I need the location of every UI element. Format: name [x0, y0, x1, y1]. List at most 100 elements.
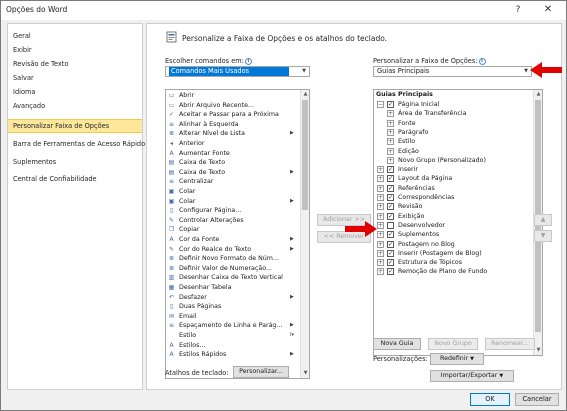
nav-item[interactable]: Idioma	[8, 85, 142, 99]
ribbon-tab-item[interactable]: + ✓ Layout da Página	[374, 174, 534, 183]
expand-icon[interactable]: +	[377, 203, 384, 211]
expand-icon[interactable]: +	[377, 249, 384, 257]
scroll-up-icon[interactable]: ▲	[301, 90, 309, 99]
nav-item[interactable]: Revisão de Texto	[8, 57, 142, 71]
expand-icon[interactable]: +	[377, 231, 384, 239]
reset-button[interactable]: Redefinir ▼	[430, 353, 484, 365]
nav-item[interactable]: Personalizar Faixa de Opções	[8, 119, 142, 133]
move-down-button[interactable]: ▼	[534, 230, 552, 242]
commands-scrollbar[interactable]: ▲ ▼	[300, 90, 309, 378]
command-item[interactable]: Estilo I▾	[166, 331, 301, 341]
new-group-button[interactable]: Novo Grupo	[428, 338, 478, 350]
command-item[interactable]: ≡ Centralizar	[166, 177, 301, 187]
nav-item[interactable]: Central de Confiabilidade	[8, 172, 142, 186]
customize-ribbon-dropdown[interactable]: Guias Principais ▼	[373, 66, 532, 77]
command-item[interactable]: ▤ Caixa de Texto ▶	[166, 168, 301, 178]
expand-icon[interactable]: +	[377, 221, 384, 229]
command-item[interactable]: A Estilos...	[166, 341, 301, 351]
command-item[interactable]: ≣ Alterar Nível de Lista ▶	[166, 129, 301, 139]
scroll-thumb[interactable]	[302, 100, 308, 210]
nav-item[interactable]: Geral	[8, 29, 142, 43]
scroll-up-icon[interactable]: ▲	[534, 90, 542, 99]
expand-icon[interactable]: +	[387, 119, 394, 127]
ribbon-tab-item[interactable]: + Desenvolvedor	[374, 221, 534, 230]
customize-shortcuts-button[interactable]: Personalizar...	[233, 366, 289, 378]
checkbox[interactable]: ✓	[387, 184, 394, 192]
command-item[interactable]: ▣ Colar	[166, 187, 301, 197]
ribbon-tab-item[interactable]: + Fonte	[374, 119, 534, 128]
command-item[interactable]: ≡ Espaçamento de Linha e Parág... ▶	[166, 321, 301, 331]
checkbox[interactable]: ✓	[387, 259, 394, 267]
command-item[interactable]: A Estilos Rápidos ▶	[166, 350, 301, 360]
ribbon-tabs-tree[interactable]: Guias Principais − ✓ Página Inicial + Área d…	[373, 89, 543, 356]
ok-button[interactable]: OK	[470, 393, 510, 406]
checkbox[interactable]: ✓	[387, 240, 394, 248]
ribbon-tab-item[interactable]: + ✓ Correspondências	[374, 193, 534, 202]
command-item[interactable]: ▯ Configurar Página...	[166, 206, 301, 216]
import-export-button[interactable]: Importar/Exportar ▼	[430, 370, 514, 382]
expand-icon[interactable]: +	[377, 194, 384, 201]
ribbon-tab-item[interactable]: + Novo Grupo (Personalizado)	[374, 156, 534, 165]
expand-icon[interactable]: +	[377, 184, 384, 192]
checkbox[interactable]: ✓	[387, 194, 394, 201]
rename-button[interactable]: Renomear...	[485, 338, 535, 350]
checkbox[interactable]: ✓	[387, 249, 394, 257]
ribbon-tab-item[interactable]: + Edição	[374, 147, 534, 156]
expand-icon[interactable]: +	[377, 268, 384, 276]
expand-icon[interactable]: +	[387, 147, 394, 155]
checkbox[interactable]: ✓	[387, 203, 394, 211]
command-item[interactable]: ✎ Cor do Realce do Texto ▶	[166, 245, 301, 255]
command-item[interactable]: ▯ Duas Páginas	[166, 302, 301, 312]
expand-icon[interactable]: +	[387, 138, 394, 146]
command-item[interactable]: ≣ Definir Novo Formato de Núm...	[166, 254, 301, 264]
command-item[interactable]: ▭ Abrir Arquivo Recente...	[166, 101, 301, 111]
command-item[interactable]: A Cor da Fonte ▶	[166, 235, 301, 245]
ribbon-tab-item[interactable]: + ✓ Suplementos	[374, 230, 534, 239]
ribbon-tab-item[interactable]: + Estilo	[374, 137, 534, 146]
expand-icon[interactable]: +	[387, 110, 394, 118]
commands-list[interactable]: ▭ Abrir ▭ Abrir Arquivo Recente... ✓ Aceitar …	[165, 89, 310, 379]
expand-icon[interactable]: +	[377, 175, 384, 183]
nav-item[interactable]: Avançado	[8, 99, 142, 113]
command-item[interactable]: ✉ Email	[166, 312, 301, 322]
scroll-down-icon[interactable]: ▼	[301, 369, 309, 378]
command-item[interactable]: ▦ Desenhar Tabela	[166, 283, 301, 293]
ribbon-tab-item[interactable]: + ✓ Referências	[374, 184, 534, 193]
command-item[interactable]: ▤ Caixa de Texto	[166, 158, 301, 168]
expand-icon[interactable]: +	[377, 240, 384, 248]
command-item[interactable]: ↶ Desfazer ▶	[166, 293, 301, 303]
expand-icon[interactable]: +	[387, 128, 394, 136]
ribbon-tab-item[interactable]: + ✓ Postagem no Blog	[374, 240, 534, 249]
checkbox[interactable]	[387, 221, 394, 229]
command-item[interactable]: A Aumentar Fonte	[166, 149, 301, 159]
command-item[interactable]: ▣ Colar ▶	[166, 197, 301, 207]
checkbox[interactable]: ✓	[387, 175, 394, 183]
cancel-button[interactable]: Cancelar	[515, 393, 559, 406]
collapse-icon[interactable]: −	[377, 101, 384, 108]
checkbox[interactable]: ✓	[387, 101, 394, 108]
command-item[interactable]: ❐ Copiar	[166, 225, 301, 235]
ribbon-tab-item[interactable]: + ✓ Revisão	[374, 202, 534, 211]
nav-item[interactable]: Barra de Ferramentas de Acesso Rápido	[8, 137, 145, 151]
command-item[interactable]: ✎ Controlar Alterações	[166, 216, 301, 226]
close-button[interactable]: ✕	[538, 3, 558, 17]
ribbon-tab-item[interactable]: − ✓ Página Inicial	[374, 100, 534, 109]
nav-item[interactable]: Suplementos	[8, 155, 142, 169]
ribbon-tab-item[interactable]: + ✓ Estrutura de Tópicos	[374, 258, 534, 267]
checkbox[interactable]: ✓	[387, 268, 394, 276]
command-item[interactable]: ▭ Abrir	[166, 91, 301, 101]
nav-item[interactable]: Exibir	[8, 43, 142, 57]
checkbox[interactable]: ✓	[387, 166, 394, 174]
checkbox[interactable]: ✓	[387, 212, 394, 220]
ribbon-tab-item[interactable]: + ✓ Inserir	[374, 165, 534, 174]
command-item[interactable]: ▥ Desenhar Caixa de Texto Vertical	[166, 273, 301, 283]
expand-icon[interactable]: +	[377, 212, 384, 220]
new-tab-button[interactable]: Nova Guia	[373, 338, 421, 350]
command-item[interactable]: ✓ Aceitar e Passar para a Próxima	[166, 110, 301, 120]
ribbon-tab-item[interactable]: + Parágrafo	[374, 128, 534, 137]
move-up-button[interactable]: ▲	[534, 214, 552, 226]
help-button[interactable]: ?	[509, 3, 527, 17]
checkbox[interactable]: ✓	[387, 231, 394, 239]
expand-icon[interactable]: +	[387, 156, 394, 164]
command-item[interactable]: ◂ Anterior	[166, 139, 301, 149]
